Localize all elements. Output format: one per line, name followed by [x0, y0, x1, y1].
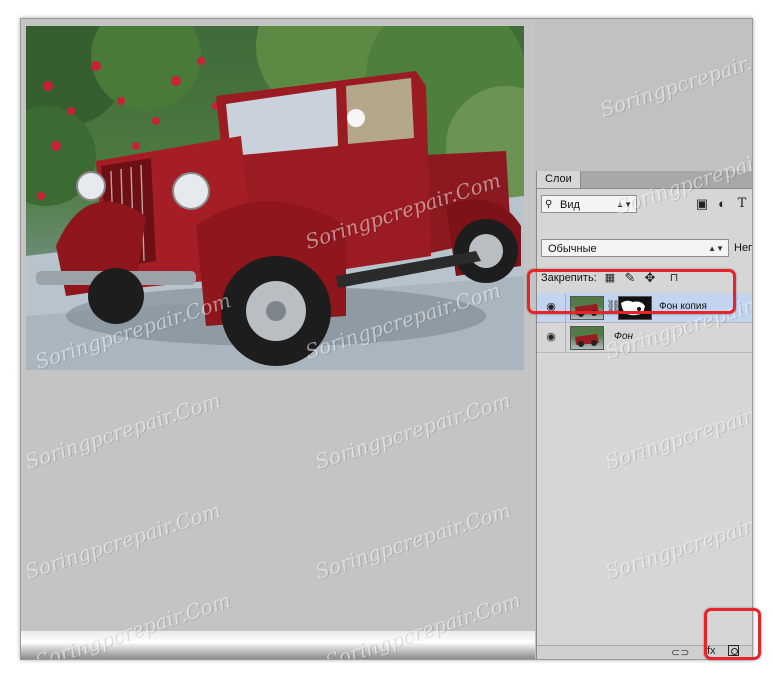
blend-mode-value: Обычные	[548, 243, 597, 255]
layer-filter-value: Вид	[560, 199, 580, 211]
highlight-selected-layer	[527, 269, 736, 314]
divider	[565, 323, 566, 352]
blend-mode-select[interactable]: Обычные ▲▼	[541, 239, 729, 257]
watermark: Soringpcrepair.Com	[597, 36, 753, 122]
search-icon: ⚲	[545, 199, 553, 210]
image-filter-icon[interactable]: ▣	[695, 197, 709, 211]
photoshop-window: Слои ⚲ Вид ▲▼ ▣ ◐ T Обычные ▲▼ Неп Закре…	[20, 18, 753, 660]
link-layers-icon[interactable]: ⊂⊃	[671, 646, 689, 659]
car-thumbnail-icon	[575, 334, 599, 347]
tab-layers[interactable]: Слои	[537, 171, 581, 188]
adjustment-filter-icon[interactable]: ◐	[715, 197, 729, 211]
opacity-label: Неп	[734, 242, 753, 254]
layer-thumbnail[interactable]	[570, 326, 604, 350]
highlight-add-mask-button	[704, 608, 761, 660]
eye-icon[interactable]: ◉	[540, 326, 562, 348]
text-filter-icon[interactable]: T	[735, 197, 749, 211]
chevron-updown-icon: ▲▼	[708, 244, 724, 253]
